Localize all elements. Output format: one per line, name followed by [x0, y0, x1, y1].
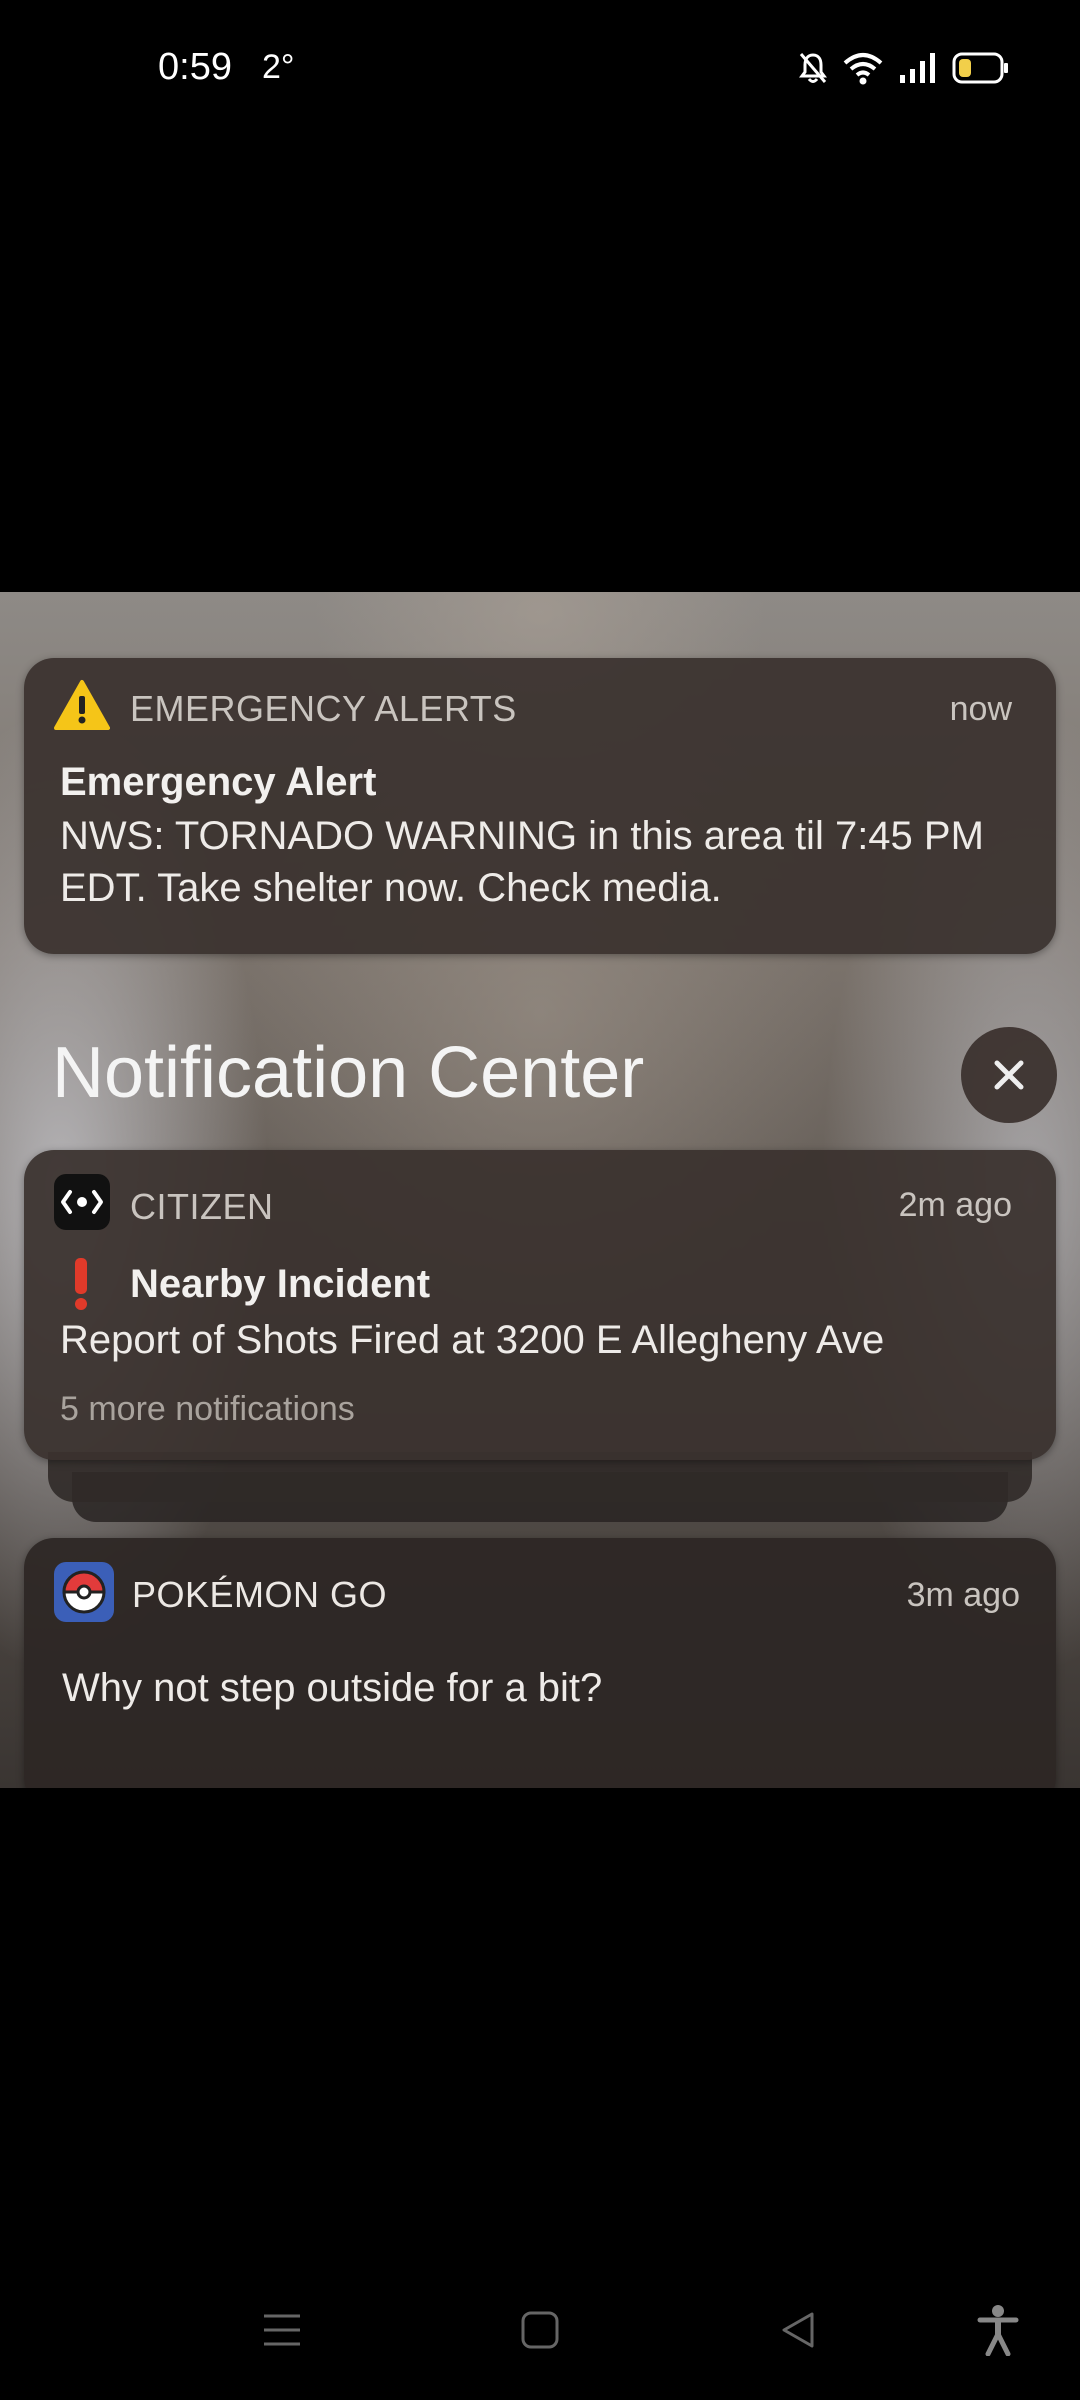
notification-center-title: Notification Center: [52, 1033, 645, 1113]
emergency-time: now: [949, 690, 1012, 728]
back-icon[interactable]: [778, 2310, 818, 2355]
navigation-bar: [0, 2290, 1080, 2380]
emergency-alert-card[interactable]: EMERGENCY ALERTS now Emergency Alert NWS…: [24, 658, 1056, 954]
emergency-body: NWS: TORNADO WARNING in this area til 7:…: [60, 814, 984, 910]
status-time: 0:59: [158, 46, 232, 88]
citizen-app-name: CITIZEN: [130, 1186, 274, 1227]
close-icon: [994, 1060, 1024, 1090]
citizen-app-icon: [54, 1174, 110, 1230]
status-temperature: 2°: [262, 48, 295, 86]
exclamation-icon: [64, 1256, 98, 1317]
citizen-notification-card[interactable]: CITIZEN 2m ago Nearby Incident Report of…: [24, 1150, 1056, 1460]
pokemon-app-name: POKÉMON GO: [132, 1574, 388, 1615]
close-button[interactable]: [961, 1027, 1057, 1123]
status-bar: 0:59 2°: [0, 0, 1080, 140]
battery-icon: [952, 51, 1010, 85]
accessibility-icon[interactable]: [976, 2304, 1020, 2361]
signal-icon: [898, 51, 938, 85]
citizen-body: Report of Shots Fired at 3200 E Alleghen…: [60, 1318, 885, 1362]
pokemon-body: Why not step outside for a bit?: [62, 1666, 603, 1710]
warning-icon: [54, 678, 110, 734]
citizen-title: Nearby Incident: [130, 1262, 431, 1306]
bell-off-icon: [798, 51, 828, 85]
screenshot-image: EMERGENCY ALERTS now Emergency Alert NWS…: [0, 592, 1080, 1788]
wifi-icon: [842, 51, 884, 85]
more-notifications-link[interactable]: 5 more notifications: [60, 1390, 355, 1429]
home-icon[interactable]: [520, 2310, 560, 2355]
citizen-time: 2m ago: [898, 1186, 1012, 1224]
emergency-app-name: EMERGENCY ALERTS: [130, 688, 517, 729]
emergency-title: Emergency Alert: [60, 760, 377, 804]
pokemon-time: 3m ago: [906, 1576, 1020, 1614]
status-icons: [798, 46, 1010, 90]
pokeball-icon: [54, 1562, 114, 1622]
pokemon-notification-card[interactable]: POKÉMON GO 3m ago Why not step outside f…: [24, 1538, 1056, 1788]
menu-icon[interactable]: [262, 2310, 302, 2355]
